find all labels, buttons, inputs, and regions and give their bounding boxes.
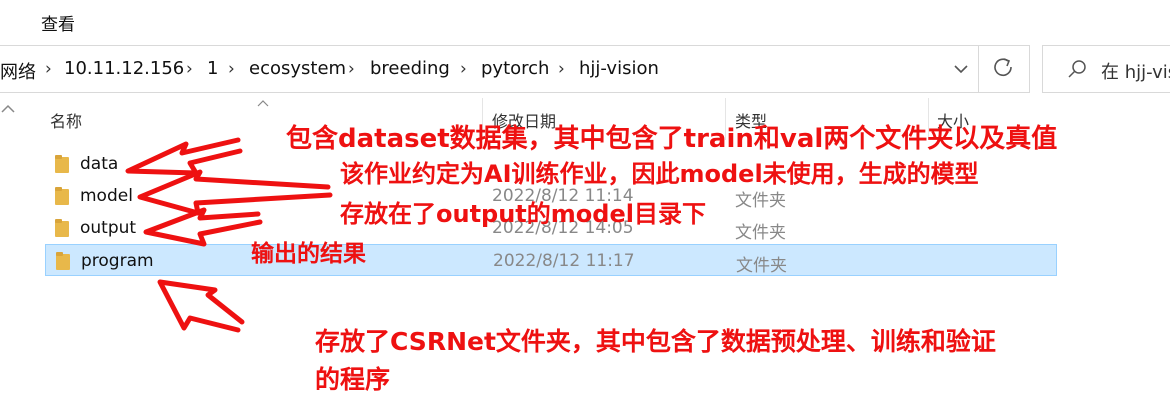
search-box[interactable]: 在 hjj-vision: [1042, 45, 1170, 93]
menu-view[interactable]: 查看: [41, 10, 75, 35]
breadcrumb-separator[interactable]: ›: [348, 59, 355, 79]
file-type: 文件夹: [735, 223, 786, 243]
breadcrumb-hjj-vision[interactable]: hjj-vision: [579, 58, 659, 79]
breadcrumb-breeding[interactable]: breeding: [370, 58, 450, 79]
file-date: 2022/8/12 11:17: [493, 251, 635, 271]
breadcrumb-separator[interactable]: ›: [558, 59, 565, 79]
breadcrumb-pytorch[interactable]: pytorch: [481, 58, 549, 79]
annotation-model-note-line1: 该作业约定为AI训练作业，因此model未使用，生成的模型: [340, 160, 979, 188]
refresh-icon: [994, 58, 1012, 77]
annotation-data-note: 包含dataset数据集，其中包含了train和val两个文件夹以及真值: [286, 124, 1058, 154]
breadcrumb-separator[interactable]: ›: [45, 59, 52, 79]
breadcrumb-separator[interactable]: ›: [228, 59, 235, 79]
file-type: 文件夹: [735, 191, 786, 211]
file-row-program[interactable]: program 2022/8/12 11:17 文件夹: [45, 244, 1057, 276]
scroll-up-button[interactable]: [0, 98, 16, 120]
column-header-name[interactable]: 名称: [50, 108, 82, 132]
annotation-program-note-line2: 的程序: [315, 365, 391, 394]
folder-icon: [55, 187, 69, 205]
file-type: 文件夹: [736, 256, 787, 276]
file-name: model: [80, 186, 133, 206]
sort-ascending-icon: [257, 100, 269, 107]
folder-icon: [55, 155, 69, 173]
file-name: data: [80, 154, 119, 174]
chevron-up-icon: [1, 104, 15, 113]
breadcrumb-share[interactable]: 1: [207, 58, 218, 79]
menu-bar: 查看: [0, 0, 1170, 42]
breadcrumb-network[interactable]: 网络: [0, 58, 36, 84]
folder-icon: [55, 219, 69, 237]
breadcrumb-host[interactable]: 10.11.12.156: [64, 58, 184, 79]
annotation-program-note-line1: 存放了CSRNet文件夹，其中包含了数据预处理、训练和验证: [315, 327, 996, 356]
breadcrumb-separator[interactable]: ›: [186, 59, 193, 79]
annotation-output-note: 输出的结果: [251, 241, 366, 267]
file-name: program: [81, 251, 154, 271]
folder-icon: [56, 252, 70, 270]
arrow-to-program: [157, 279, 245, 333]
file-name: output: [80, 218, 137, 238]
refresh-button[interactable]: [978, 45, 1030, 93]
address-dropdown-button[interactable]: [946, 58, 976, 82]
search-icon: [1068, 60, 1086, 78]
chevron-down-icon: [954, 65, 968, 74]
annotation-model-note-line2: 存放在了output的model目录下: [340, 200, 706, 228]
breadcrumb-separator[interactable]: ›: [460, 59, 467, 79]
search-input[interactable]: 在 hjj-vision: [1101, 58, 1170, 84]
breadcrumb-ecosystem[interactable]: ecosystem: [249, 58, 346, 79]
address-bar[interactable]: 网络 › 10.11.12.156 › 1 › ecosystem › bree…: [0, 45, 1030, 93]
